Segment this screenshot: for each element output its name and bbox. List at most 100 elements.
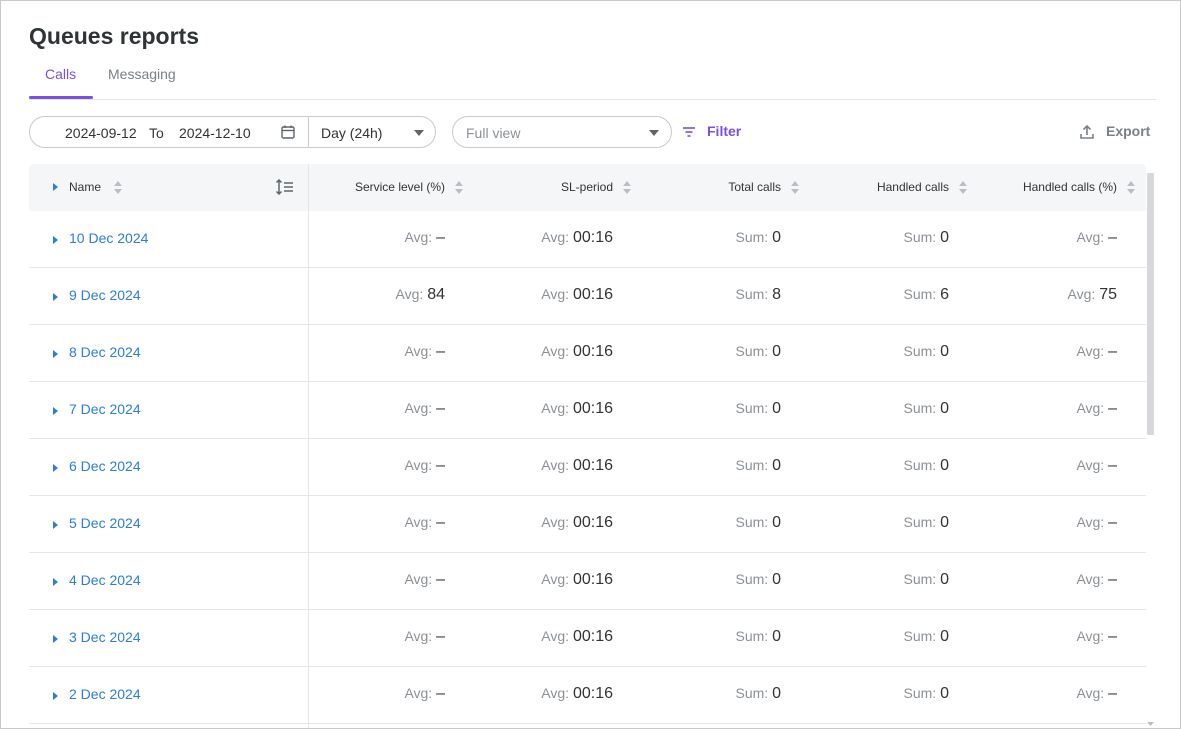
aggregate-label: Avg: [541, 514, 570, 530]
aggregate-label: Avg: [1076, 229, 1105, 245]
aggregate-value: 00:16 [572, 514, 613, 531]
table-row[interactable]: 2 Dec 2024 Avg: – Avg: 00:16 Sum: 0 Sum: 0 Av… [29, 667, 1146, 724]
total-calls-cell: Sum: 0 [736, 400, 781, 418]
calendar-icon[interactable] [280, 124, 296, 140]
total-calls-cell: Sum: 0 [736, 571, 781, 589]
handled-calls-cell: Sum: 6 [904, 286, 949, 304]
sort-icon[interactable] [455, 181, 463, 195]
expand-row-icon[interactable] [53, 578, 58, 586]
scroll-down-arrow-icon[interactable] [1147, 721, 1154, 727]
column-header-handled-calls[interactable]: Handled calls [877, 164, 949, 211]
total-calls-cell: Sum: 0 [736, 457, 781, 475]
row-name-link[interactable]: 8 Dec 2024 [69, 344, 141, 360]
vertical-scrollbar[interactable] [1147, 173, 1154, 435]
table-row[interactable]: 3 Dec 2024 Avg: – Avg: 00:16 Sum: 0 Sum: 0 Av… [29, 610, 1146, 667]
table-row[interactable]: 10 Dec 2024 Avg: – Avg: 00:16 Sum: 0 Sum: 0A… [29, 211, 1146, 268]
row-name-link[interactable]: 10 Dec 2024 [69, 230, 148, 246]
expand-row-icon[interactable] [53, 293, 58, 301]
tab-calls[interactable]: Calls [45, 57, 76, 99]
row-name-link[interactable]: 4 Dec 2024 [69, 572, 141, 588]
date-to[interactable]: 2024-12-10 [179, 125, 251, 141]
aggregate-value: 00:16 [572, 571, 613, 588]
expand-row-icon[interactable] [53, 407, 58, 415]
row-name-link[interactable]: 6 Dec 2024 [69, 458, 141, 474]
view-select-placeholder: Full view [466, 125, 521, 141]
aggregate-label: Sum: [903, 343, 937, 359]
table-row[interactable]: 9 Dec 2024 Avg: 84 Avg: 00:16 Sum: 8 Sum: 6A… [29, 268, 1146, 325]
expand-row-icon[interactable] [53, 521, 58, 529]
service-level-cell: Avg: – [404, 514, 445, 532]
table-row[interactable]: 5 Dec 2024 Avg: – Avg: 00:16 Sum: 0 Sum: 0 Av… [29, 496, 1146, 553]
column-header-sl-period[interactable]: SL-period [561, 164, 613, 211]
sort-icon[interactable] [1127, 181, 1135, 195]
aggregate-label: Avg: [404, 229, 433, 245]
handled-calls-pct-cell: Avg: – [1076, 685, 1117, 703]
aggregate-value: – [436, 685, 445, 702]
date-from[interactable]: 2024-09-12 [65, 125, 137, 141]
view-select[interactable]: Full view [452, 116, 672, 148]
row-height-icon[interactable] [275, 179, 294, 195]
sort-icon[interactable] [623, 181, 631, 195]
aggregate-value: – [1108, 571, 1117, 588]
sort-icon[interactable] [114, 181, 122, 195]
sl-period-cell: Avg: 00:16 [541, 628, 613, 646]
aggregate-label: Avg: [404, 343, 433, 359]
caret-down-icon[interactable] [414, 130, 424, 136]
aggregate-label: Avg: [404, 514, 433, 530]
service-level-cell: Avg: – [404, 343, 445, 361]
aggregate-value: 0 [772, 628, 781, 645]
aggregate-label: Sum: [735, 343, 769, 359]
row-name-link[interactable]: 2 Dec 2024 [69, 686, 141, 702]
page-title: Queues reports [29, 23, 199, 49]
expand-row-icon[interactable] [53, 464, 58, 472]
filter-button[interactable]: Filter [682, 116, 746, 148]
aggregate-value: 0 [940, 685, 949, 702]
row-name-link[interactable]: 5 Dec 2024 [69, 515, 141, 531]
aggregate-label: Sum: [735, 229, 769, 245]
row-name-link[interactable]: 9 Dec 2024 [69, 287, 141, 303]
row-name-link[interactable]: 7 Dec 2024 [69, 401, 141, 417]
expand-row-icon[interactable] [53, 635, 58, 643]
column-header-service-level[interactable]: Service level (%) [355, 164, 445, 211]
handled-calls-cell: Sum: 0 [904, 343, 949, 361]
table-row[interactable]: 8 Dec 2024 Avg: – Avg: 00:16 Sum: 0 Sum: 0 Av… [29, 325, 1146, 382]
aggregate-value: – [1108, 400, 1117, 417]
row-name-link[interactable]: 3 Dec 2024 [69, 629, 141, 645]
handled-calls-pct-cell: Avg: – [1076, 571, 1117, 589]
aggregate-label: Avg: [541, 343, 570, 359]
expand-row-icon[interactable] [53, 236, 58, 244]
period-select[interactable]: Day (24h) [321, 125, 382, 141]
aggregate-value: – [436, 628, 445, 645]
aggregate-value: 00:16 [572, 286, 613, 303]
total-calls-cell: Sum: 0 [736, 229, 781, 247]
table-row[interactable]: 7 Dec 2024 Avg: – Avg: 00:16 Sum: 0 Sum: 0 Av… [29, 382, 1146, 439]
total-calls-cell: Sum: 0 [736, 343, 781, 361]
column-header-total-calls[interactable]: Total calls [728, 164, 781, 211]
expand-row-icon[interactable] [53, 350, 58, 358]
caret-down-icon[interactable] [649, 130, 659, 136]
tab-messaging[interactable]: Messaging [108, 57, 176, 99]
aggregate-label: Sum: [903, 229, 937, 245]
aggregate-label: Sum: [735, 628, 769, 644]
aggregate-value: – [436, 571, 445, 588]
aggregate-value: 0 [940, 571, 949, 588]
handled-calls-pct-cell: Avg: – [1076, 229, 1117, 247]
column-header-handled-calls-pct[interactable]: Handled calls (%) [1023, 164, 1117, 211]
aggregate-value: 00:16 [572, 400, 613, 417]
date-range-picker[interactable]: 2024-09-12 To 2024-12-10 Day (24h) [29, 116, 436, 148]
handled-calls-cell: Sum: 0 [904, 571, 949, 589]
aggregate-label: Avg: [1076, 628, 1105, 644]
aggregate-value: 0 [772, 343, 781, 360]
expand-row-icon[interactable] [53, 692, 58, 700]
aggregate-label: Sum: [735, 286, 769, 302]
handled-calls-pct-cell: Avg: 75 [1068, 286, 1117, 304]
expand-all-icon[interactable] [53, 183, 58, 191]
aggregate-value: 84 [427, 286, 445, 303]
column-header-name[interactable]: Name [69, 164, 101, 211]
table-row[interactable]: 4 Dec 2024 Avg: – Avg: 00:16 Sum: 0 Sum: 0 Av… [29, 553, 1146, 610]
table-row[interactable]: 6 Dec 2024 Avg: – Avg: 00:16 Sum: 0 Sum: 0 Av… [29, 439, 1146, 496]
export-button[interactable]: Export [1079, 116, 1156, 148]
export-icon [1080, 124, 1094, 139]
sort-icon[interactable] [959, 181, 967, 195]
sort-icon[interactable] [791, 181, 799, 195]
